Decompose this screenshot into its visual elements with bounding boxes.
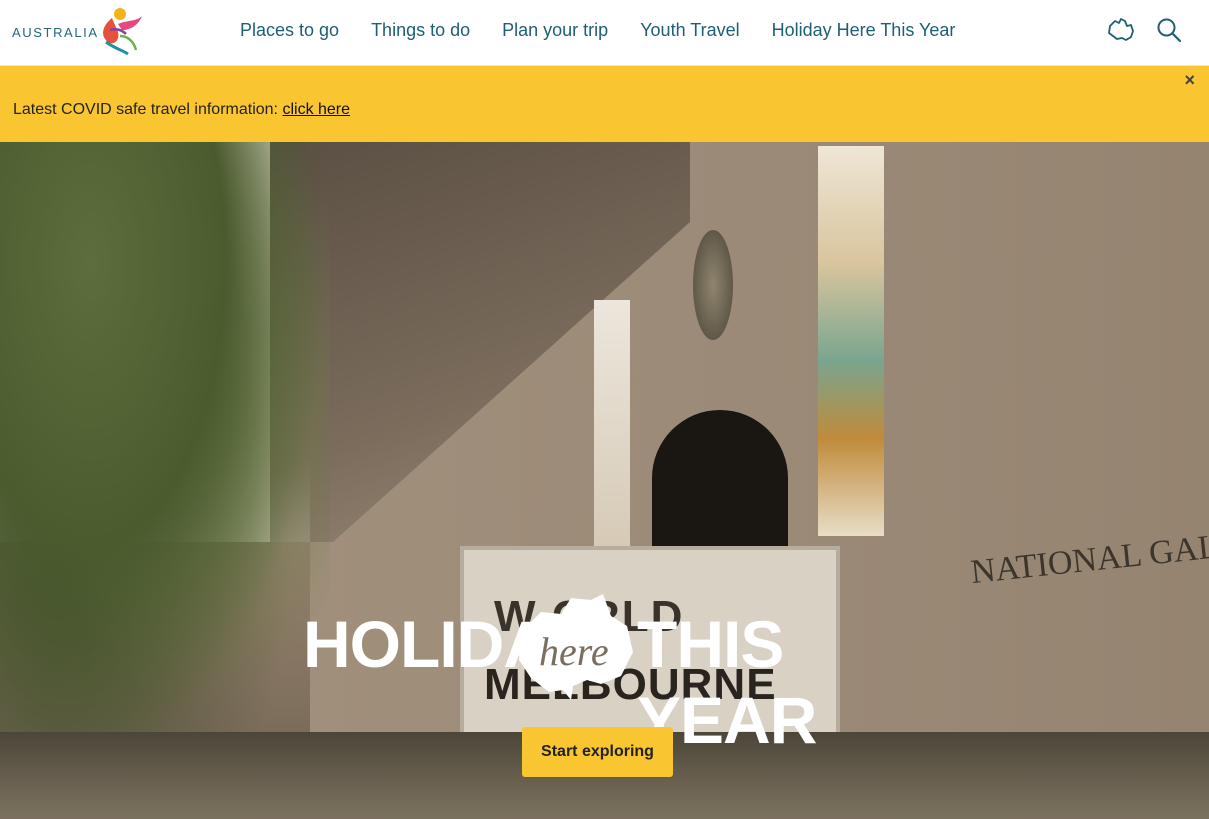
close-icon[interactable]: ×	[1184, 70, 1195, 91]
hero-title-right: THIS YEAR	[637, 607, 817, 757]
wall-medallion	[693, 230, 733, 340]
site-header: AUSTRALIA Places to go Things to do Plan…	[0, 0, 1209, 66]
australia-logo[interactable]: AUSTRALIA	[12, 6, 147, 58]
nav-plan-your-trip[interactable]: Plan your trip	[502, 19, 608, 41]
hero-title-mid: here	[539, 629, 609, 674]
alert-link[interactable]: click here	[282, 101, 350, 118]
hero-trees	[0, 142, 330, 762]
nav-places-to-go[interactable]: Places to go	[240, 19, 339, 41]
alert-text: Latest COVID safe travel information:	[13, 101, 283, 118]
alert-message: Latest COVID safe travel information: cl…	[13, 101, 350, 119]
nav-youth-travel[interactable]: Youth Travel	[640, 19, 739, 41]
start-exploring-button[interactable]: Start exploring	[522, 727, 673, 777]
hero: W ORLD MELBOURNE NATIONAL GALLERY OF HOL…	[0, 142, 1209, 819]
nav-things-to-do[interactable]: Things to do	[371, 19, 470, 41]
australia-map-icon[interactable]	[1107, 16, 1135, 44]
search-icon[interactable]	[1155, 16, 1183, 44]
covid-alert-banner: Latest COVID safe travel information: cl…	[0, 66, 1209, 142]
kangaroo-logo-icon	[103, 8, 142, 56]
holiday-here-this-year-title: HOLIDAY here THIS YEAR	[303, 594, 893, 757]
wall-poster	[594, 300, 630, 550]
logo-wordmark: AUSTRALIA	[12, 25, 99, 40]
hanging-artwork-banner	[818, 146, 884, 536]
main-nav: Places to go Things to do Plan your trip…	[240, 19, 987, 41]
nav-holiday-here-this-year[interactable]: Holiday Here This Year	[772, 19, 956, 41]
